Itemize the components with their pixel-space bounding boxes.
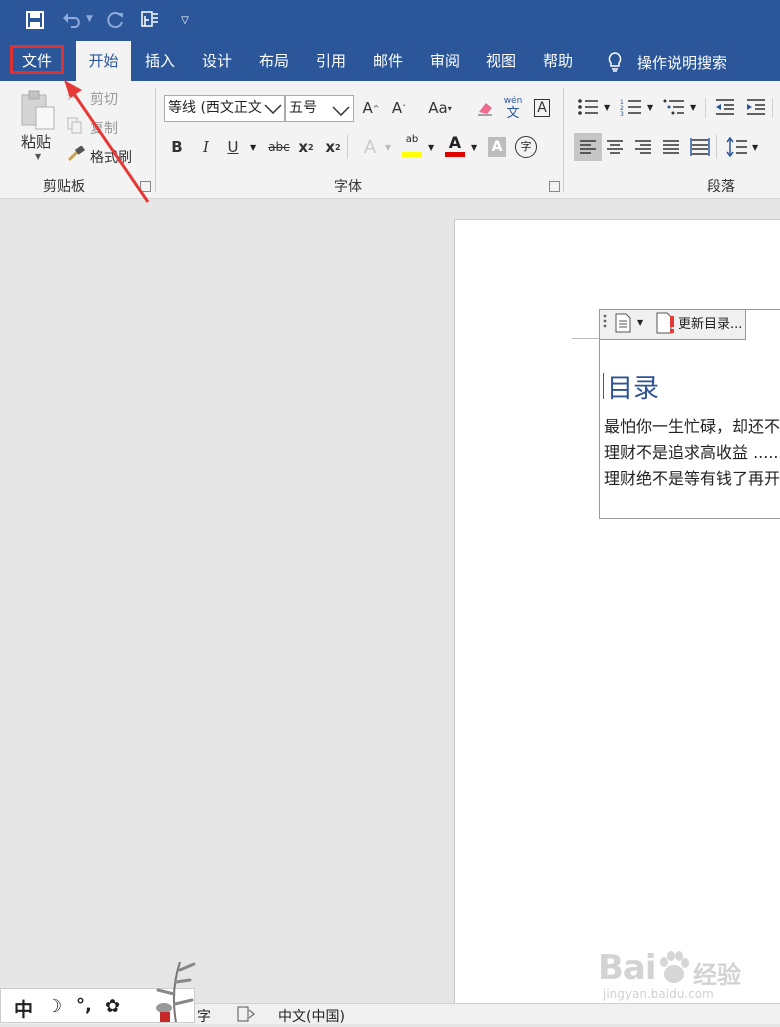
- enclose-characters-icon[interactable]: 字: [515, 136, 537, 158]
- bullets-dropdown-icon[interactable]: ▼: [604, 103, 610, 112]
- accessibility-icon[interactable]: [237, 1006, 255, 1026]
- align-center-icon[interactable]: [606, 139, 624, 159]
- para-divider: [716, 135, 717, 159]
- tell-me-search[interactable]: 操作说明搜索: [637, 52, 727, 73]
- toc-entry-2[interactable]: 理财不是追求高收益 .......: [604, 439, 780, 463]
- toc-entry-3[interactable]: 理财绝不是等有钱了再开: [604, 465, 780, 489]
- font-size-value: 五号: [289, 100, 317, 116]
- character-border-icon[interactable]: A: [529, 96, 555, 120]
- line-spacing-dropdown-icon[interactable]: ▼: [752, 143, 758, 152]
- lightbulb-icon: [606, 51, 624, 77]
- red-arrow-annotation: [64, 80, 150, 203]
- toc-dropdown-icon[interactable]: ▼: [637, 318, 643, 327]
- watermark-url: jingyan.baidu.com: [603, 987, 714, 1001]
- bullets-icon[interactable]: [577, 97, 599, 121]
- paragraph-group-label: 段落: [707, 179, 735, 195]
- font-name-dropdown-icon[interactable]: [262, 96, 284, 121]
- tab-design[interactable]: 设计: [193, 41, 241, 81]
- paste-button[interactable]: 粘贴: [21, 131, 51, 152]
- font-dialog-launcher[interactable]: [549, 181, 560, 192]
- para-divider: [772, 98, 773, 118]
- svg-text:3: 3: [620, 111, 624, 117]
- phonetic-guide-pinyin: wén: [503, 96, 523, 106]
- toc-document-icon[interactable]: [614, 313, 632, 337]
- tab-references[interactable]: 引用: [307, 41, 355, 81]
- increase-indent-icon[interactable]: [745, 97, 767, 121]
- font-size-dropdown-icon[interactable]: [332, 104, 350, 120]
- watermark-brand-2: 经验: [693, 961, 741, 989]
- language-indicator[interactable]: 中文(中国): [278, 1006, 345, 1026]
- phonetic-guide-char: 文: [506, 106, 520, 121]
- tab-layout[interactable]: 布局: [250, 41, 298, 81]
- line-spacing-icon[interactable]: [726, 136, 748, 161]
- para-divider: [705, 98, 706, 118]
- font-color-dropdown-icon[interactable]: ▼: [471, 143, 477, 152]
- text-effects-icon[interactable]: A: [357, 135, 383, 159]
- baidu-paw-icon: [656, 950, 692, 990]
- text-cursor: [603, 373, 604, 399]
- tab-mailings[interactable]: 邮件: [364, 41, 412, 81]
- numbering-icon[interactable]: 123: [620, 97, 642, 121]
- update-toc-button[interactable]: 更新目录...: [678, 313, 742, 332]
- subscript-icon[interactable]: x2: [293, 135, 319, 159]
- watermark-brand: Bai: [598, 948, 657, 988]
- clear-formatting-icon[interactable]: [472, 96, 498, 120]
- justify-icon[interactable]: [662, 139, 680, 159]
- tab-help[interactable]: 帮助: [534, 41, 582, 81]
- ime-punctuation-icon[interactable]: °,: [76, 995, 92, 1016]
- file-tab-highlight-box: [10, 45, 64, 74]
- highlight-dropdown-icon[interactable]: ▼: [428, 143, 434, 152]
- word-count[interactable]: 字: [197, 1006, 211, 1026]
- toc-drag-handle-icon[interactable]: [603, 313, 607, 333]
- phonetic-guide-icon[interactable]: wén 文: [502, 96, 524, 122]
- align-right-icon[interactable]: [634, 139, 652, 159]
- change-case-icon[interactable]: Aa ▾: [422, 96, 458, 120]
- update-toc-icon[interactable]: [656, 312, 676, 338]
- underline-icon[interactable]: U: [220, 135, 246, 159]
- undo-icon[interactable]: [60, 8, 86, 32]
- touch-mode-icon[interactable]: [137, 8, 163, 32]
- align-left-icon[interactable]: [574, 133, 602, 161]
- tab-review[interactable]: 审阅: [421, 41, 469, 81]
- character-shading-icon[interactable]: A: [488, 137, 506, 157]
- decrease-indent-icon[interactable]: [714, 97, 736, 121]
- numbering-dropdown-icon[interactable]: ▼: [647, 103, 653, 112]
- multilevel-list-icon[interactable]: [663, 97, 685, 121]
- ime-settings-icon[interactable]: ✿: [105, 996, 120, 1017]
- toc-title: 目录: [607, 374, 660, 404]
- ribbon-separator: [563, 88, 564, 192]
- redo-icon[interactable]: [103, 8, 129, 32]
- grow-font-icon[interactable]: A ^: [358, 96, 384, 120]
- multilevel-dropdown-icon[interactable]: ▼: [690, 103, 696, 112]
- font-group-label: 字体: [334, 179, 362, 195]
- distributed-icon[interactable]: [690, 137, 710, 161]
- font-color-icon[interactable]: A: [444, 133, 466, 159]
- font-divider: [347, 135, 348, 159]
- text-effects-dropdown-icon[interactable]: ▼: [385, 143, 391, 152]
- strikethrough-icon[interactable]: abc: [264, 135, 294, 159]
- paste-icon[interactable]: [20, 89, 58, 135]
- ime-bamboo-decoration: [150, 960, 198, 1027]
- ime-chinese-mode[interactable]: 中: [14, 995, 33, 1022]
- undo-dropdown-icon[interactable]: ▼: [86, 14, 93, 24]
- tab-view[interactable]: 视图: [477, 41, 525, 81]
- superscript-icon[interactable]: x2: [320, 135, 346, 159]
- shrink-font-icon[interactable]: Aˇ: [386, 96, 412, 120]
- ime-half-width-icon[interactable]: ☽: [46, 996, 62, 1017]
- paste-dropdown-icon[interactable]: ▼: [35, 152, 41, 161]
- toc-entry-1[interactable]: 最怕你一生忙碌，却还不: [604, 413, 780, 437]
- bold-icon[interactable]: B: [164, 135, 190, 159]
- highlight-color-icon[interactable]: ab: [400, 134, 424, 158]
- save-icon[interactable]: [22, 8, 48, 32]
- italic-icon[interactable]: I: [193, 135, 219, 159]
- underline-dropdown-icon[interactable]: ▼: [250, 143, 256, 152]
- font-name-value: 等线 (西文正文: [168, 100, 262, 116]
- customize-quick-access-icon[interactable]: ▽: [172, 8, 198, 32]
